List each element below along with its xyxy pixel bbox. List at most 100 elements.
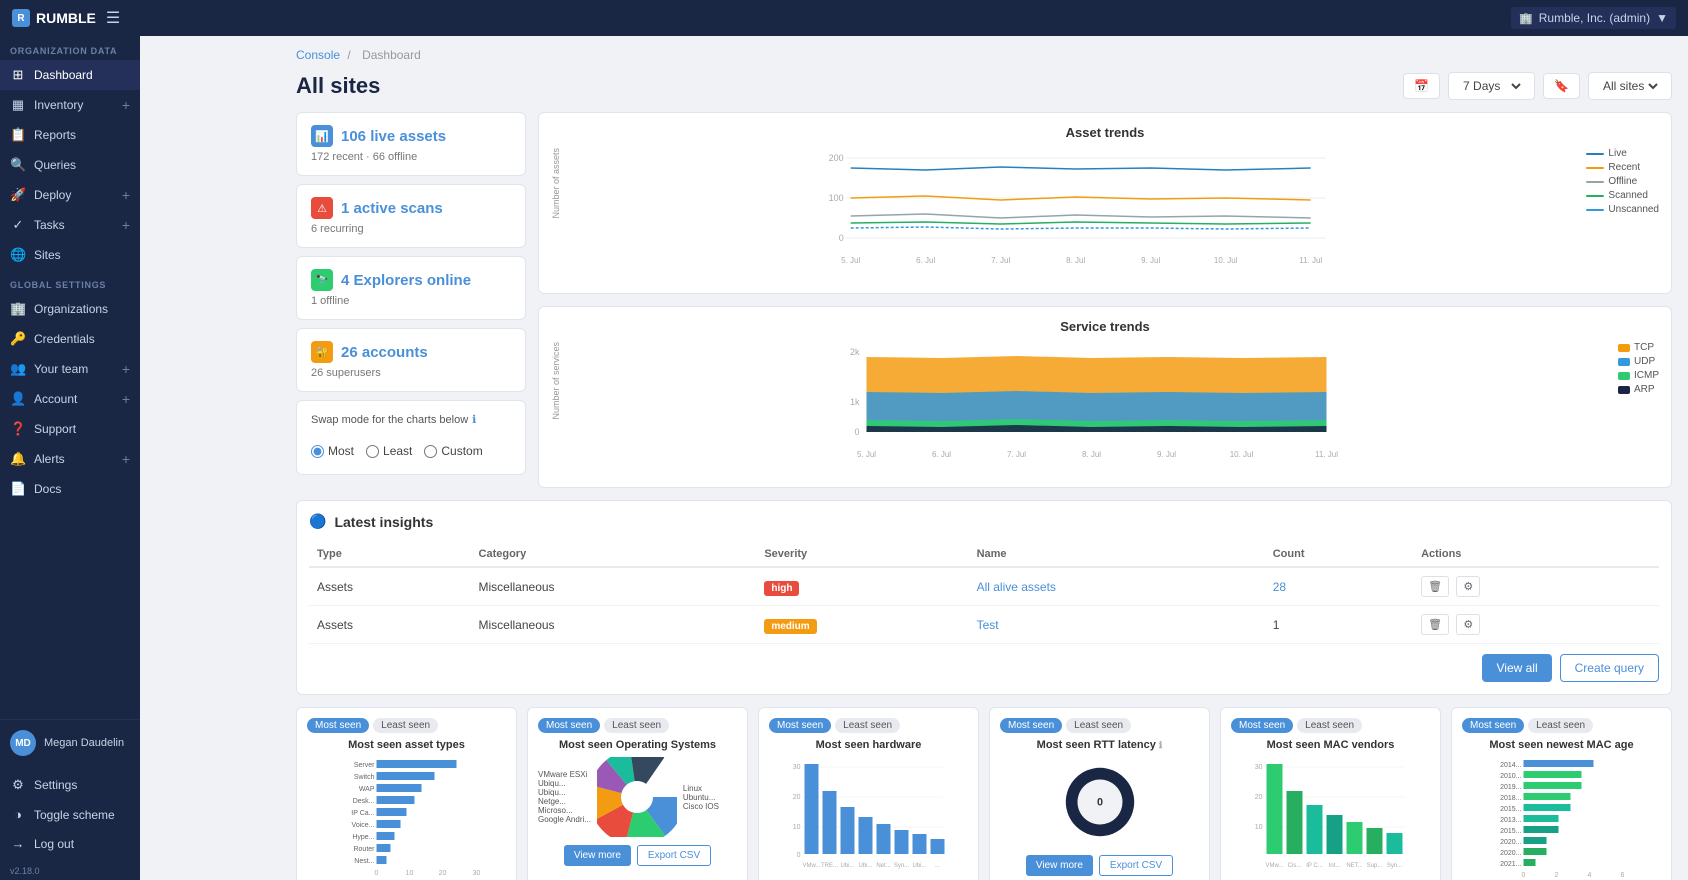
scans-sub: 6 recurring [311,223,511,235]
svg-text:9. Jul: 9. Jul [1141,256,1160,265]
insights-header: 🔵 Latest insights [309,513,1659,530]
row1-delete-btn[interactable]: 🗑 [1421,576,1449,597]
severity-badge-high: high [764,581,799,596]
assets-sub: 172 recent · 66 offline [311,151,511,163]
create-query-button[interactable]: Create query [1560,654,1659,682]
yourteam-plus-icon[interactable]: + [122,361,130,377]
view-all-button[interactable]: View all [1482,654,1551,682]
sidebar-item-inventory[interactable]: ▦ Inventory + [0,90,140,120]
rtt-view-more[interactable]: View more [1026,855,1093,876]
sidebar-user[interactable]: MD Megan Daudelin [0,719,140,766]
svg-text:2014...: 2014... [1500,762,1521,769]
mode-most[interactable]: Most [311,444,354,458]
sidebar-item-tasks[interactable]: ✓ Tasks + [0,210,140,240]
sidebar-item-queries[interactable]: 🔍 Queries [0,150,140,180]
os-most-tab[interactable]: Most seen [538,718,600,733]
topbar-left: R RUMBLE ☰ [12,8,120,28]
inventory-plus-icon[interactable]: + [122,97,130,113]
mode-info-icon[interactable]: ℹ [472,413,476,426]
svg-text:6: 6 [1621,872,1625,877]
svg-text:...: ... [935,863,940,869]
svg-text:Syn...: Syn... [894,863,910,869]
topbar: R RUMBLE ☰ 🏢 Rumble, Inc. (admin) ▼ [0,0,1688,36]
sites-selector[interactable]: All sites [1588,72,1672,100]
svg-text:Cis...: Cis... [1288,863,1302,869]
sidebar-label-inventory: Inventory [34,98,83,112]
account-plus-icon[interactable]: + [122,391,130,407]
sidebar-bottom: ⚙ Settings ◑ Toggle scheme → Log out [0,766,140,862]
asset-types-most-tab[interactable]: Most seen [307,718,369,733]
mac-vendors-least-tab[interactable]: Least seen [1297,718,1362,733]
os-view-more[interactable]: View more [564,845,631,866]
row1-count-link[interactable]: 28 [1273,580,1286,594]
sidebar-item-dashboard[interactable]: ⊞ Dashboard [0,60,140,90]
mode-most-radio[interactable] [311,445,324,458]
mode-least-radio[interactable] [366,445,379,458]
sidebar-item-credentials[interactable]: 🔑 Credentials [0,324,140,354]
sidebar-item-support[interactable]: ❓ Support [0,414,140,444]
alerts-plus-icon[interactable]: + [122,451,130,467]
sidebar-item-account[interactable]: 👤 Account + [0,384,140,414]
mode-least[interactable]: Least [366,444,412,458]
col-category: Category [471,542,757,567]
org-icon: 🏢 [1519,12,1533,25]
mac-vendors-most-tab[interactable]: Most seen [1231,718,1293,733]
explorers-count[interactable]: 4 Explorers online [341,272,471,289]
bottom-chart-mac-vendors: Most seen Least seen Most seen MAC vendo… [1220,707,1441,880]
breadcrumb-separator: / [347,48,350,62]
hamburger-icon[interactable]: ☰ [106,8,120,28]
svg-text:30: 30 [1255,764,1263,771]
row1-settings-btn[interactable]: ⚙ [1456,576,1480,597]
rumble-logo-text: RUMBLE [36,10,96,26]
breadcrumb-console[interactable]: Console [296,48,340,62]
org-selector[interactable]: 🏢 Rumble, Inc. (admin) ▼ [1511,7,1676,29]
breadcrumb-current: Dashboard [362,48,421,62]
rtt-most-tab[interactable]: Most seen [1000,718,1062,733]
sidebar-item-toggle-scheme[interactable]: ◑ Toggle scheme [0,800,140,829]
os-least-tab[interactable]: Least seen [604,718,669,733]
sidebar-item-docs[interactable]: 📄 Docs [0,474,140,504]
sidebar-item-deploy[interactable]: 🚀 Deploy + [0,180,140,210]
sidebar-item-logout[interactable]: → Log out [0,829,140,858]
row2-name-link[interactable]: Test [977,618,999,632]
mac-age-least-tab[interactable]: Least seen [1528,718,1593,733]
accounts-count[interactable]: 26 accounts [341,344,428,361]
sidebar-label-alerts: Alerts [34,452,65,466]
deploy-plus-icon[interactable]: + [122,187,130,203]
sites-select[interactable]: All sites [1599,78,1661,94]
svg-text:0: 0 [854,427,859,437]
mode-custom-radio[interactable] [424,445,437,458]
timerange-selector[interactable]: 7 Days 30 Days 90 Days [1448,72,1535,100]
hardware-least-tab[interactable]: Least seen [835,718,900,733]
sidebar-label-credentials: Credentials [34,332,95,346]
rtt-info-icon[interactable]: ℹ [1159,740,1162,750]
rtt-least-tab[interactable]: Least seen [1066,718,1131,733]
svg-text:200: 200 [829,153,844,163]
asset-types-title: Most seen asset types [307,739,506,751]
assets-count[interactable]: 106 live assets [341,128,446,145]
trend-charts: Asset trends Number of assets 200 100 0 [538,112,1672,488]
asset-types-least-tab[interactable]: Least seen [373,718,438,733]
tasks-plus-icon[interactable]: + [122,217,130,233]
bookmark-button[interactable]: 🔖 [1543,73,1580,99]
svg-text:Switch: Switch [354,774,375,781]
scans-count[interactable]: 1 active scans [341,200,443,217]
mac-age-most-tab[interactable]: Most seen [1462,718,1524,733]
calendar-button[interactable]: 📅 [1403,73,1440,99]
os-export-csv[interactable]: Export CSV [637,845,711,866]
sidebar-item-alerts[interactable]: 🔔 Alerts + [0,444,140,474]
svg-text:Nest...: Nest... [354,858,374,865]
sidebar-item-organizations[interactable]: 🏢 Organizations [0,294,140,324]
row1-name-link[interactable]: All alive assets [977,580,1056,594]
row2-settings-btn[interactable]: ⚙ [1456,614,1480,635]
row2-delete-btn[interactable]: 🗑 [1421,614,1449,635]
sidebar-item-reports[interactable]: 📋 Reports [0,120,140,150]
sidebar-item-sites[interactable]: 🌐 Sites [0,240,140,270]
sidebar-item-yourteam[interactable]: 👥 Your team + [0,354,140,384]
sidebar-item-settings[interactable]: ⚙ Settings [0,770,140,800]
mode-custom[interactable]: Custom [424,444,482,458]
hardware-most-tab[interactable]: Most seen [769,718,831,733]
svg-text:10. Jul: 10. Jul [1214,256,1238,265]
timerange-select[interactable]: 7 Days 30 Days 90 Days [1459,78,1524,94]
rtt-export-csv[interactable]: Export CSV [1099,855,1173,876]
